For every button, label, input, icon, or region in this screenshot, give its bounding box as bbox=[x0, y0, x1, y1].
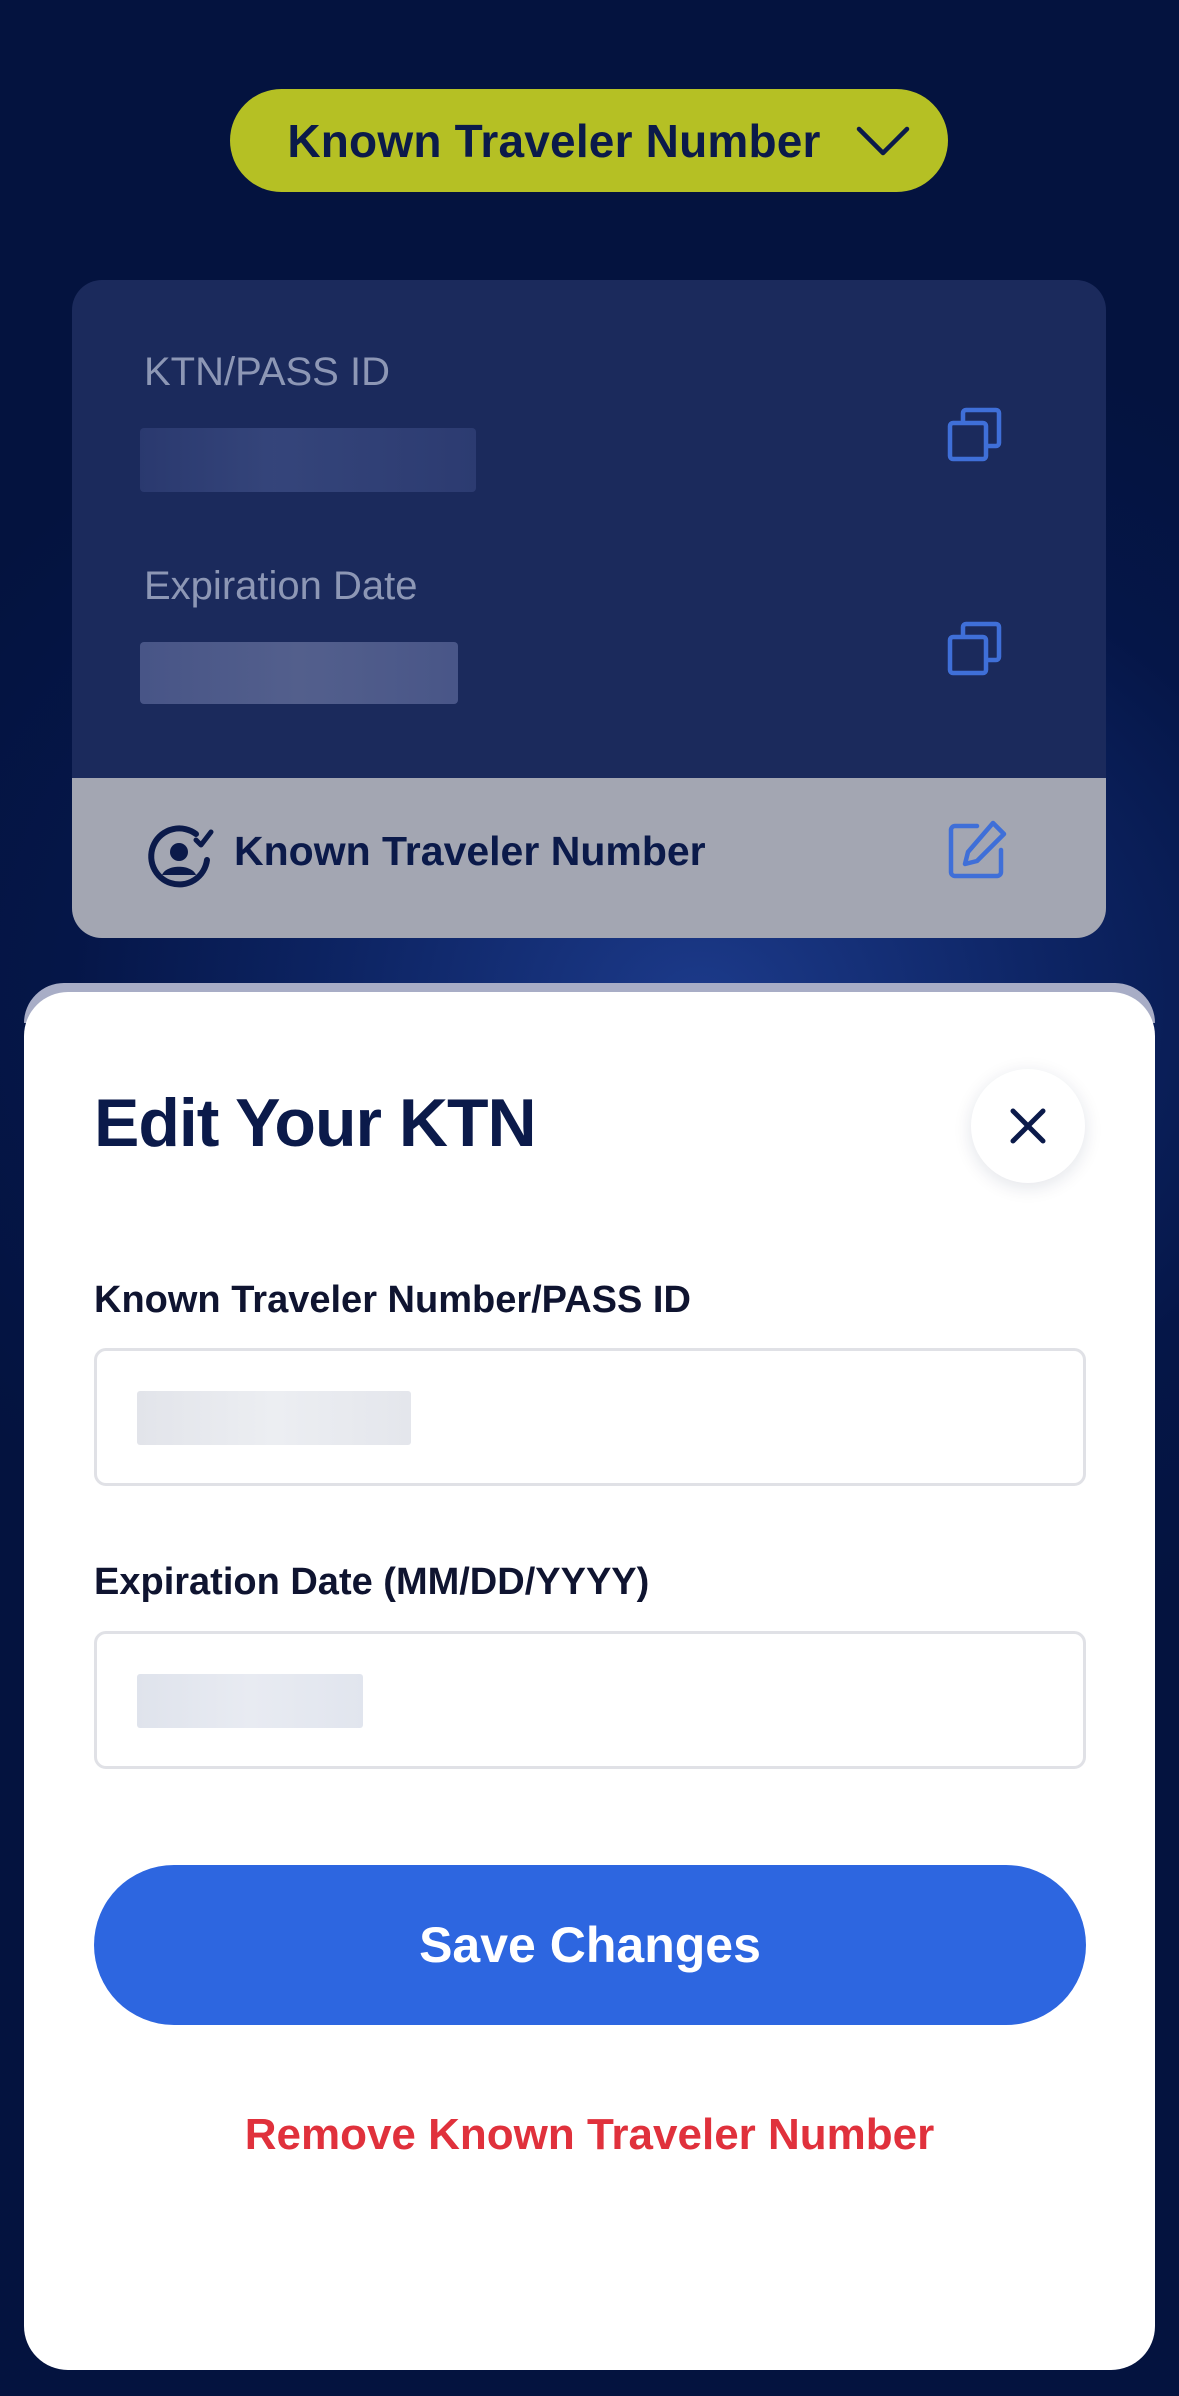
remove-ktn-link[interactable]: Remove Known Traveler Number bbox=[24, 2110, 1155, 2160]
close-icon bbox=[1010, 1108, 1046, 1144]
edit-icon[interactable] bbox=[945, 818, 1009, 882]
close-button[interactable] bbox=[971, 1069, 1085, 1183]
copy-icon[interactable] bbox=[946, 406, 1004, 464]
card-footer: Known Traveler Number bbox=[72, 778, 1106, 938]
expiration-input-label: Expiration Date (MM/DD/YYYY) bbox=[94, 1561, 650, 1603]
expiration-field-label: Expiration Date bbox=[144, 564, 418, 608]
copy-icon[interactable] bbox=[946, 620, 1004, 678]
ktn-card: KTN/PASS ID Expiration Date Known Travel… bbox=[72, 280, 1106, 938]
ktn-field: KTN/PASS ID bbox=[144, 350, 390, 395]
ktn-badge-icon bbox=[148, 825, 214, 888]
edit-ktn-sheet: Edit Your KTN Known Traveler Number/PASS… bbox=[24, 992, 1155, 2370]
ktn-field-label: KTN/PASS ID bbox=[144, 350, 390, 394]
save-changes-button[interactable]: Save Changes bbox=[94, 1865, 1086, 2025]
ktn-input-label: Known Traveler Number/PASS ID bbox=[94, 1279, 691, 1321]
sheet-title: Edit Your KTN bbox=[94, 1085, 537, 1161]
document-type-dropdown[interactable]: Known Traveler Number bbox=[230, 89, 948, 192]
ktn-input-value-redacted bbox=[137, 1391, 411, 1445]
expiration-field: Expiration Date bbox=[144, 564, 417, 609]
expiration-date-input[interactable] bbox=[94, 1631, 1086, 1769]
chevron-down-icon bbox=[856, 126, 909, 155]
footer-label: Known Traveler Number bbox=[234, 828, 706, 874]
expiration-input-value-redacted bbox=[137, 1674, 363, 1728]
document-type-label: Known Traveler Number bbox=[287, 114, 821, 167]
expiration-value-redacted bbox=[140, 642, 458, 704]
ktn-value-redacted bbox=[140, 428, 476, 492]
ktn-input[interactable] bbox=[94, 1348, 1086, 1486]
